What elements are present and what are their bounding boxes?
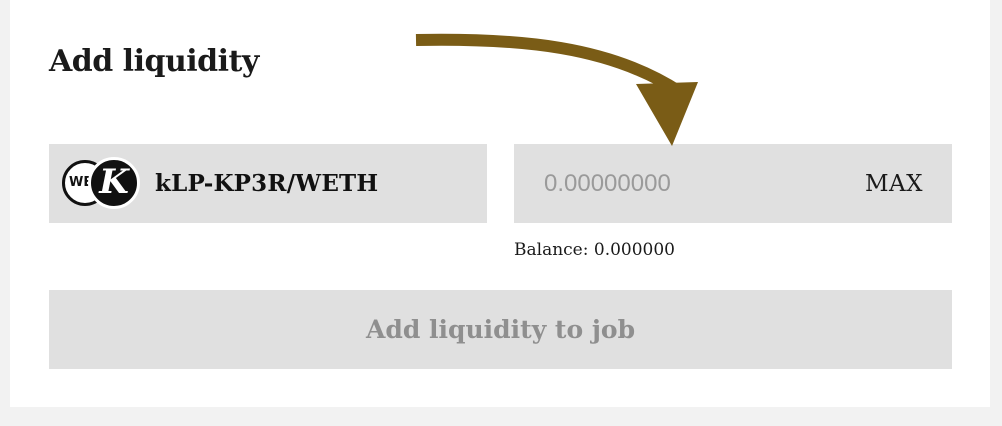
amount-field-container: MAX <box>514 144 952 223</box>
kp3r-token-icon: K <box>88 157 140 209</box>
token-selector[interactable]: WE K kLP-KP3R/WETH <box>49 144 487 223</box>
add-liquidity-to-job-button[interactable]: Add liquidity to job <box>49 290 952 369</box>
token-pair-icons: WE K <box>62 157 142 211</box>
amount-input[interactable] <box>544 168 844 200</box>
balance-label: Balance: <box>514 240 589 260</box>
max-button[interactable]: MAX <box>865 168 923 200</box>
balance-value: 0.000000 <box>593 240 675 260</box>
panel-title: Add liquidity <box>49 44 259 79</box>
add-liquidity-panel: Add liquidity WE K kLP-KP3R/WETH MAX Bal… <box>10 0 990 407</box>
token-name: kLP-KP3R/WETH <box>155 170 379 197</box>
balance-readout: Balance: 0.000000 <box>514 240 675 260</box>
